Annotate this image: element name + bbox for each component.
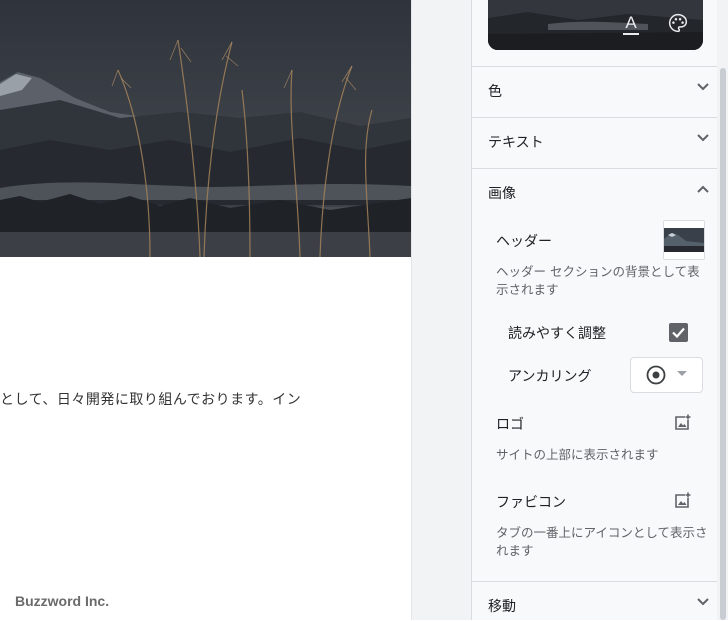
favicon-label: ファビコン	[496, 495, 566, 511]
add-image-icon[interactable]	[673, 492, 691, 510]
readability-checkbox[interactable]	[669, 323, 688, 342]
section-image-title[interactable]: 画像	[488, 183, 516, 203]
palette-icon[interactable]	[668, 13, 688, 33]
section-text-title: テキスト	[488, 135, 544, 151]
section-navigation[interactable]: 移動	[472, 581, 718, 621]
preview-body-text: として、日々開発に取り組んでおります。イン	[0, 392, 302, 408]
favicon-description: タブの一番上にアイコンとして表示されます	[496, 525, 708, 558]
add-image-icon[interactable]	[673, 414, 691, 432]
chevron-down-icon[interactable]	[696, 133, 710, 143]
header-image	[0, 0, 411, 257]
themes-panel: A 色 テキスト 画像 ヘッダー ヘッダー セクションの背景として表示されます …	[471, 0, 718, 620]
section-color[interactable]: 色	[472, 66, 718, 118]
header-landscape-illustration	[0, 0, 411, 257]
chevron-down-icon[interactable]	[696, 597, 710, 607]
header-image-description: ヘッダー セクションの背景として表示されます	[496, 264, 700, 297]
section-navigation-title: 移動	[488, 599, 516, 615]
section-text[interactable]: テキスト	[472, 117, 718, 169]
header-thumbnail-image	[664, 221, 704, 259]
logo-description: サイトの上部に表示されます	[496, 447, 659, 462]
site-preview: として、日々開発に取り組んでおります。イン Buzzword Inc.	[0, 0, 411, 620]
editor-gutter	[411, 0, 472, 620]
panel-scrollbar-thumb[interactable]	[720, 68, 726, 620]
header-image-label: ヘッダー	[496, 234, 552, 250]
radio-icon	[646, 365, 666, 385]
checkmark-icon	[672, 327, 685, 339]
caret-down-icon	[677, 371, 687, 376]
text-color-icon[interactable]: A	[622, 14, 640, 35]
anchoring-label: アンカリング	[508, 369, 592, 385]
readability-label: 読みやすく調整	[508, 326, 606, 342]
theme-card[interactable]: A	[488, 0, 703, 50]
chevron-up-icon[interactable]	[696, 184, 710, 194]
footer-company-name: Buzzword Inc.	[15, 593, 110, 609]
anchoring-select[interactable]	[630, 357, 703, 393]
header-image-thumbnail[interactable]	[663, 220, 705, 260]
section-color-title: 色	[488, 84, 502, 100]
logo-label: ロゴ	[496, 417, 524, 433]
chevron-down-icon[interactable]	[696, 82, 710, 92]
